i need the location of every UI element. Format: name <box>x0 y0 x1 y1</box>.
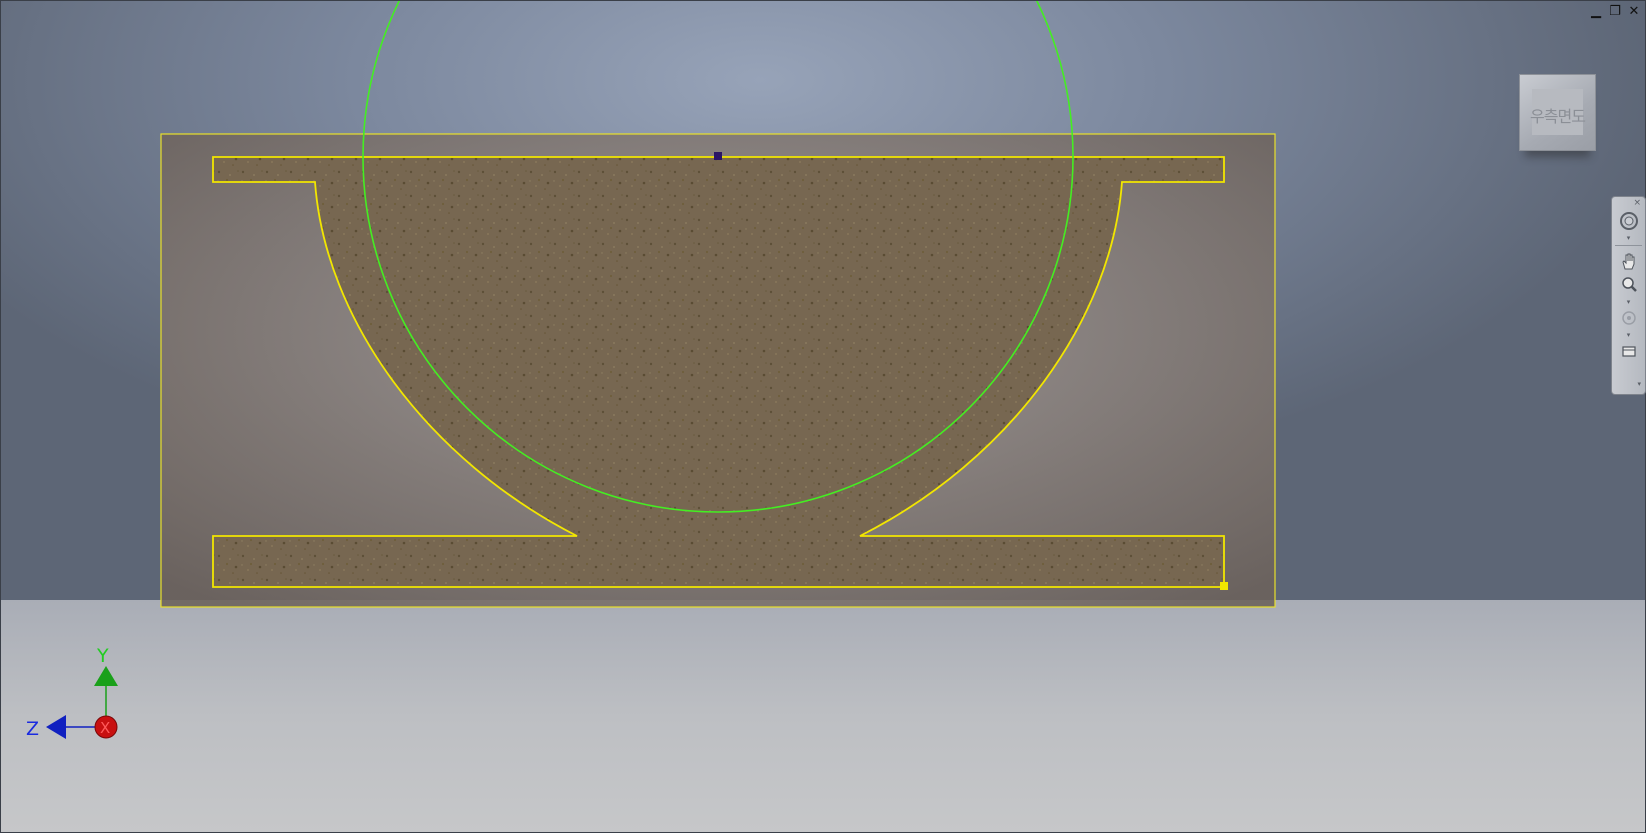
zoom-icon[interactable] <box>1616 275 1641 297</box>
graphics-viewport[interactable]: ▁ ❐ ✕ 우측면도 × ▾ ▾ ▾ ▾ Y Z X <box>0 0 1646 833</box>
zoom-dropdown[interactable]: ▾ <box>1612 298 1645 306</box>
pan-hand-icon[interactable] <box>1616 251 1641 273</box>
navigation-bar[interactable]: × ▾ ▾ ▾ ▾ <box>1611 196 1646 395</box>
minimize-button[interactable]: ▁ <box>1588 4 1604 20</box>
navbar-customize-button[interactable]: ▾ <box>1612 380 1645 388</box>
steering-wheel-dropdown[interactable]: ▾ <box>1612 234 1645 242</box>
viewcube[interactable]: 우측면도 <box>1519 74 1596 151</box>
steering-wheel-icon[interactable] <box>1616 210 1641 232</box>
corner-endpoint[interactable] <box>1220 582 1228 590</box>
viewcube-label: 우측면도 <box>1530 107 1586 126</box>
navbar-divider <box>1615 245 1642 246</box>
circle-center-point[interactable] <box>714 152 722 160</box>
restore-button[interactable]: ❐ <box>1607 4 1623 20</box>
close-button[interactable]: ✕ <box>1626 4 1642 20</box>
navbar-close-button[interactable]: × <box>1612 199 1645 208</box>
orbit-dropdown[interactable]: ▾ <box>1612 331 1645 339</box>
sketch-scene[interactable] <box>0 0 1646 833</box>
look-at-icon[interactable] <box>1616 341 1641 363</box>
orbit-icon[interactable] <box>1616 308 1641 330</box>
